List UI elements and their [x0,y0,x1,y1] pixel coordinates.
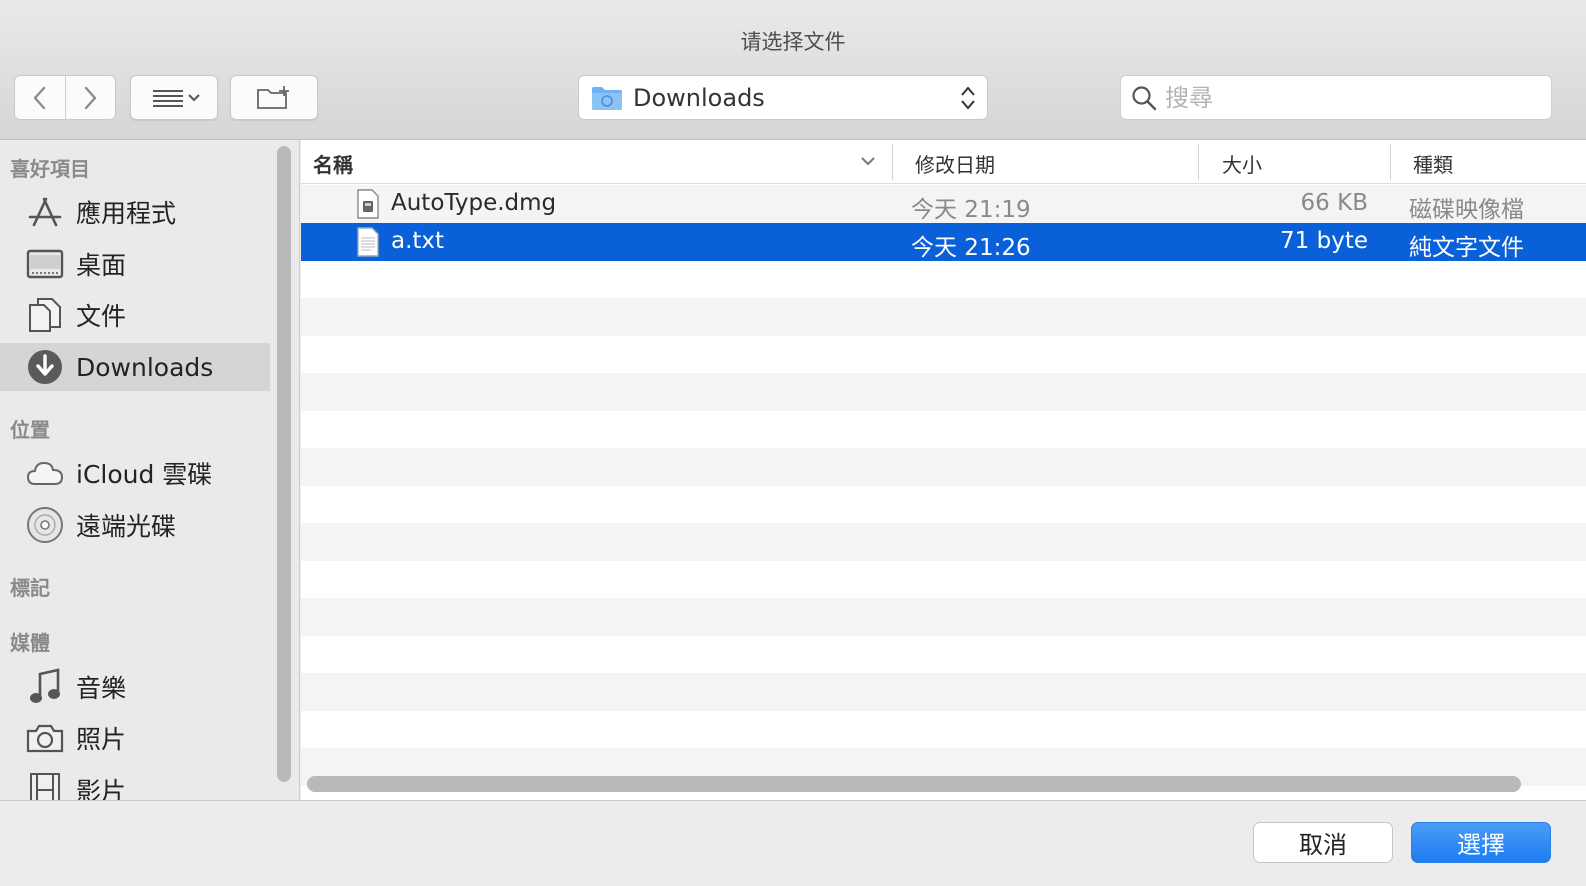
sidebar-item-desktop[interactable]: 桌面 [0,240,270,288]
file-name: a.txt [391,228,445,254]
column-header: 名稱 修改日期 大小 種類 [301,140,1586,184]
column-separator[interactable] [892,144,893,180]
file-kind: 磁碟映像檔 [1409,197,1524,223]
toolbar: 请选择文件 Downloads [0,0,1586,140]
list-view-icon [153,89,200,107]
sidebar: 喜好項目 應用程式 桌面 文件 Downloads 位置 iCloud 雲碟 遠… [0,140,300,800]
column-separator[interactable] [1390,144,1391,180]
search-input[interactable] [1165,83,1545,112]
empty-row [301,673,1586,711]
sidebar-item-music[interactable]: 音樂 [0,663,270,711]
downloads-icon [26,348,64,386]
sidebar-item-label: iCloud 雲碟 [76,460,213,489]
window-title: 请选择文件 [740,30,846,54]
sidebar-item-label: 音樂 [76,674,127,703]
desktop-icon [26,245,64,283]
applications-icon [26,193,64,231]
empty-row [301,711,1586,749]
disk-image-file-icon [357,189,379,219]
file-kind: 純文字文件 [1409,235,1524,261]
file-list: 名稱 修改日期 大小 種類 AutoType.dmg 今天 21:19 66 K… [301,140,1586,800]
column-size[interactable]: 大小 [1222,149,1262,178]
camera-icon [26,719,64,757]
sidebar-item-icloud[interactable]: iCloud 雲碟 [0,449,270,497]
sidebar-section-favorites: 喜好項目 [10,157,90,181]
chevron-right-icon [85,86,97,109]
file-modified: 今天 21:26 [911,235,1031,261]
empty-row [301,448,1586,486]
sidebar-item-documents[interactable]: 文件 [0,291,270,339]
back-button[interactable] [15,76,65,119]
sidebar-scrollbar[interactable] [277,146,291,782]
sidebar-item-label: 照片 [76,725,127,754]
sidebar-section-tags: 標記 [10,576,50,600]
cloud-icon [26,454,64,492]
empty-row [301,523,1586,561]
search-field[interactable] [1120,75,1552,120]
empty-row [301,336,1586,374]
forward-button[interactable] [64,76,116,119]
search-icon [1132,85,1157,110]
file-name: AutoType.dmg [391,190,557,216]
new-folder-button[interactable] [230,75,318,120]
empty-row [301,561,1586,599]
file-size: 71 byte [1280,228,1368,254]
updown-chevron-icon [961,86,975,110]
sidebar-item-label: 應用程式 [76,199,177,228]
column-modified[interactable]: 修改日期 [915,149,995,178]
horizontal-scrollbar[interactable] [307,776,1521,792]
column-name[interactable]: 名稱 [313,149,353,178]
location-popup[interactable]: Downloads [578,75,988,120]
table-row[interactable]: a.txt 今天 21:26 71 byte 純文字文件 [301,223,1586,261]
sidebar-item-applications[interactable]: 應用程式 [0,188,270,236]
chevron-left-icon [33,86,45,109]
sidebar-section-locations: 位置 [10,418,50,442]
sidebar-item-label: 桌面 [76,251,127,280]
text-file-icon [357,227,379,257]
sidebar-item-movies[interactable]: 影片 [0,766,270,800]
sidebar-item-remote-disc[interactable]: 遠端光碟 [0,501,270,549]
documents-icon [26,296,64,334]
sidebar-item-label: Downloads [76,352,214,382]
cancel-button[interactable]: 取消 [1253,822,1393,863]
location-label: Downloads [633,83,765,112]
file-modified: 今天 21:19 [911,197,1031,223]
sort-chevron-icon [861,157,875,166]
choose-button[interactable]: 選擇 [1411,822,1551,863]
column-separator[interactable] [1198,144,1199,180]
navigation-buttons [14,75,116,120]
empty-row [301,298,1586,336]
music-icon [26,668,64,706]
sidebar-item-label: 文件 [76,302,127,331]
empty-row [301,411,1586,449]
sidebar-item-photos[interactable]: 照片 [0,714,270,762]
view-options-button[interactable] [130,75,218,120]
empty-row [301,261,1586,299]
column-kind[interactable]: 種類 [1413,149,1453,178]
file-size: 66 KB [1300,190,1368,216]
empty-row [301,486,1586,524]
sidebar-item-downloads[interactable]: Downloads [0,343,270,391]
empty-row [301,373,1586,411]
dialog-footer: 取消 選擇 [0,800,1586,886]
empty-row [301,636,1586,674]
empty-row [301,598,1586,636]
film-icon [26,771,64,800]
disc-icon [26,506,64,544]
sidebar-item-label: 影片 [76,777,127,800]
new-folder-icon [257,85,289,109]
folder-icon [592,86,622,110]
sidebar-item-label: 遠端光碟 [76,512,177,541]
table-row[interactable]: AutoType.dmg 今天 21:19 66 KB 磁碟映像檔 [301,185,1586,223]
sidebar-section-media: 媒體 [10,631,50,655]
